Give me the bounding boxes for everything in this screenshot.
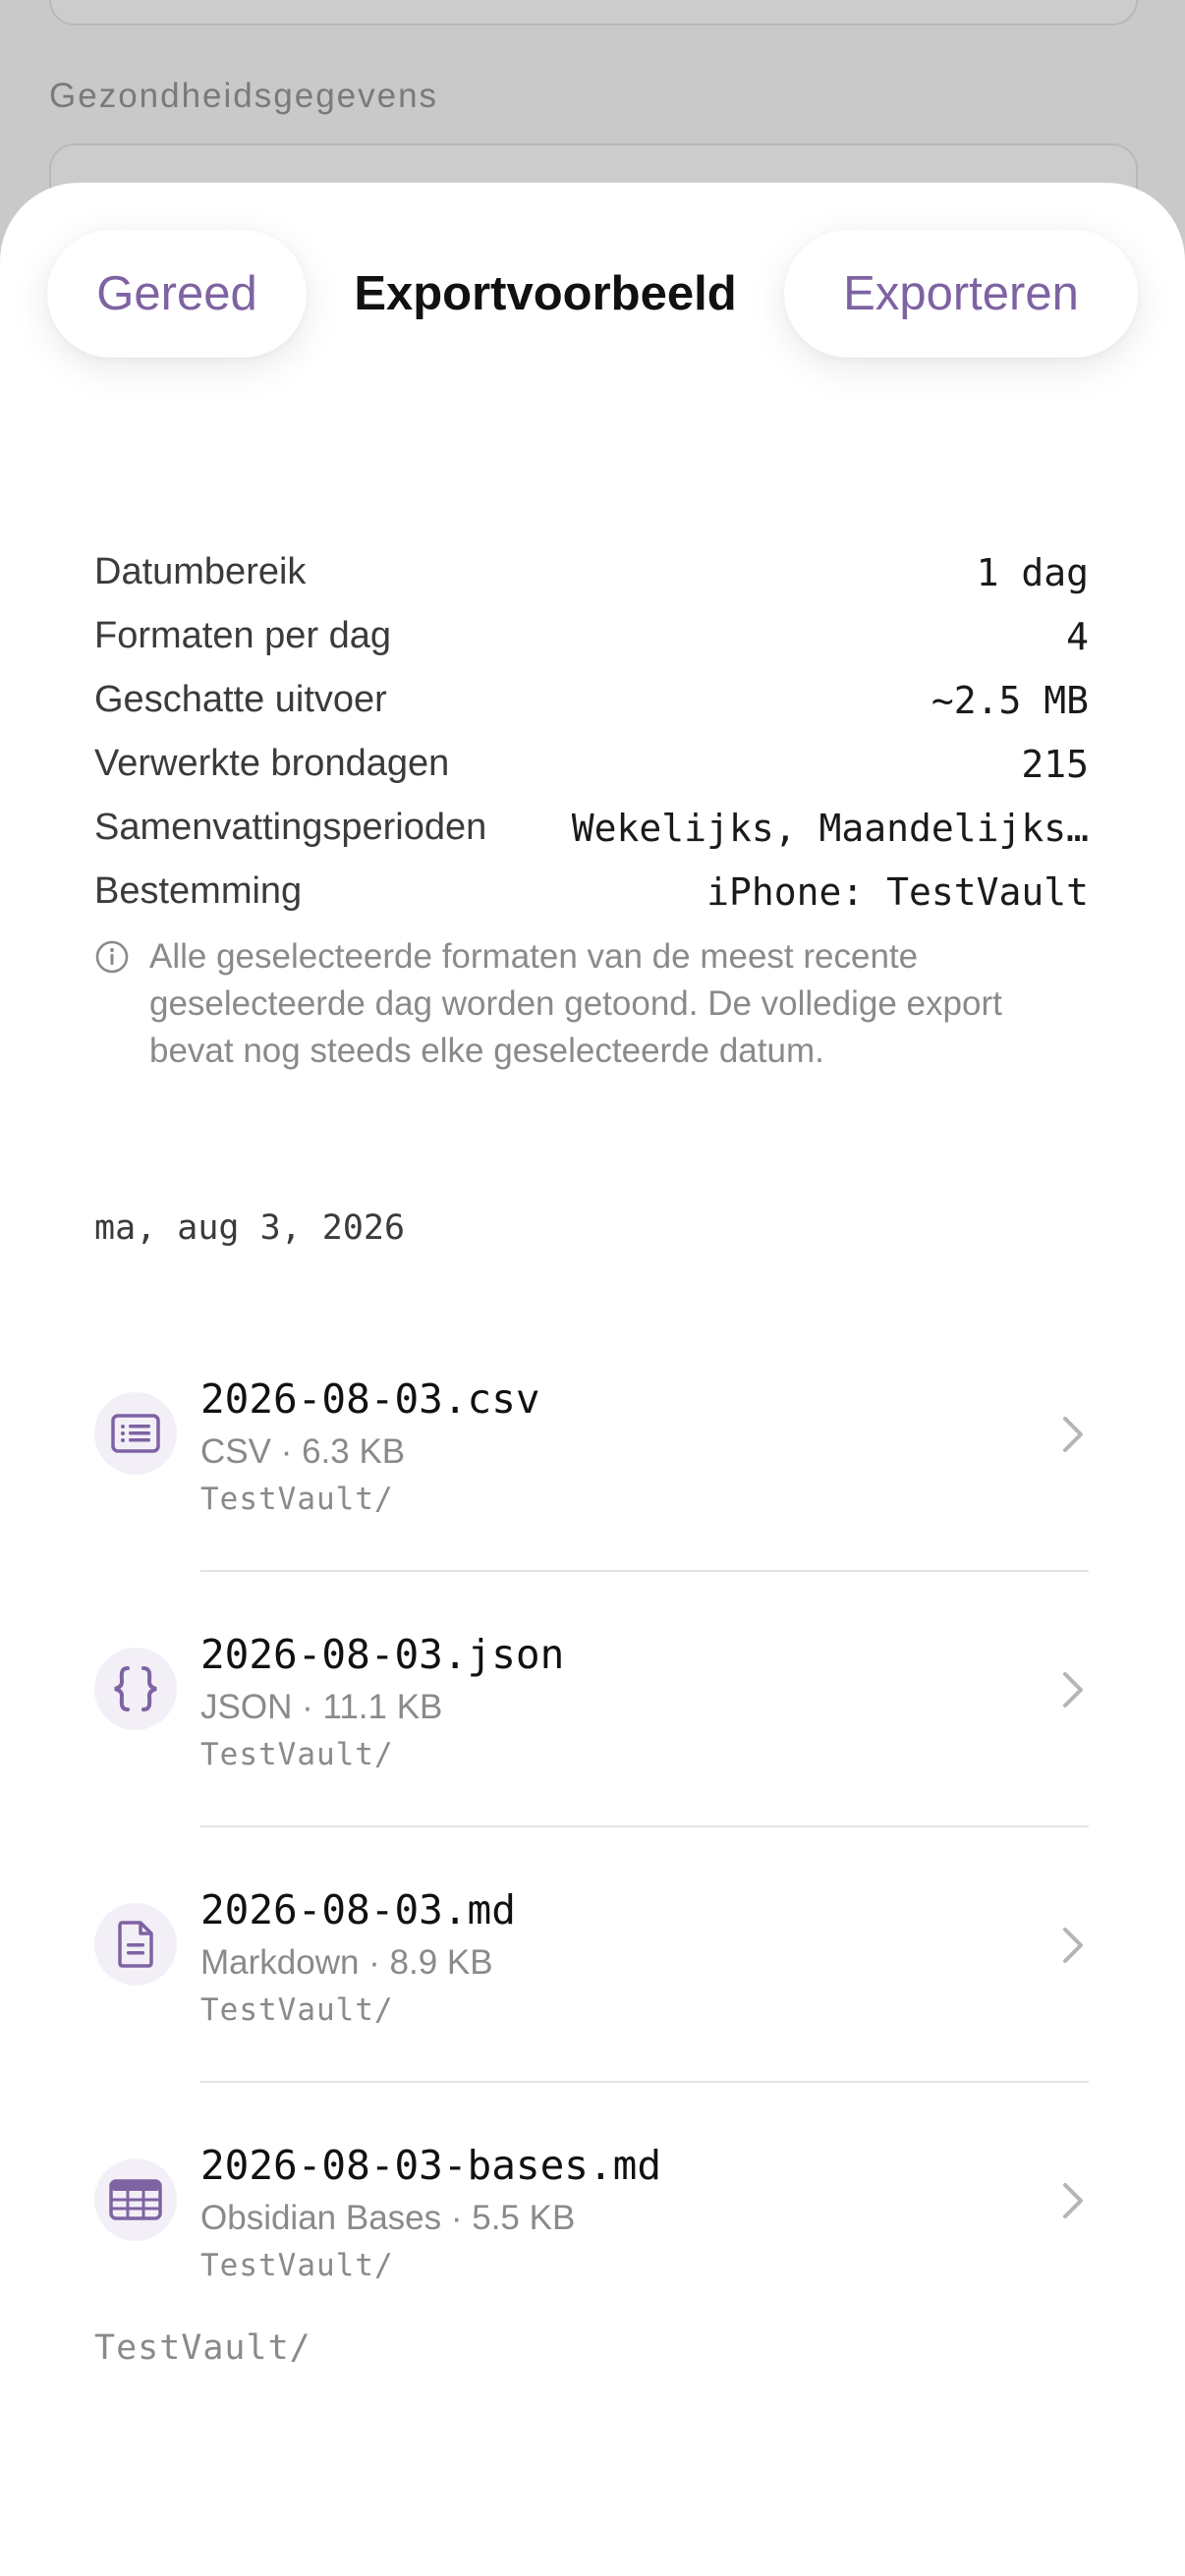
summary-value: 1 dag — [976, 550, 1089, 594]
file-path: TestVault/ — [200, 1737, 394, 1772]
summary-label: Datumbereik — [94, 551, 307, 592]
summary-label: Verwerkte brondagen — [94, 743, 450, 784]
summary-row-formats: Formaten per dag 4 — [94, 604, 1089, 668]
file-meta: Markdown · 8.9 KB — [200, 1943, 493, 1982]
file-row-json[interactable]: 2026-08-03.json JSON · 11.1 KB TestVault… — [94, 1572, 1089, 1827]
summary-label: Formaten per dag — [94, 615, 392, 656]
file-row-markdown[interactable]: 2026-08-03.md Markdown · 8.9 KB TestVaul… — [94, 1827, 1089, 2083]
chevron-right-icon — [1063, 1928, 1083, 1963]
file-list: 2026-08-03.csv CSV · 6.3 KB TestVault/ 2… — [94, 1316, 1089, 2338]
summary-row-date-range: Datumbereik 1 dag — [94, 540, 1089, 604]
summary-value: ~2.5 MB — [931, 678, 1089, 722]
summary-row-source-days: Verwerkte brondagen 215 — [94, 732, 1089, 796]
table-icon — [94, 2158, 177, 2241]
list-icon — [94, 1392, 177, 1475]
summary-value: iPhone: TestVault — [706, 869, 1089, 914]
summary-value: 215 — [1021, 742, 1089, 786]
file-meta: CSV · 6.3 KB — [200, 1432, 406, 1471]
summary-value: Wekelijks, Maandelijks… — [571, 806, 1089, 850]
done-button[interactable]: Gereed — [47, 230, 307, 358]
background-section-label: Gezondheidsgegevens — [49, 77, 439, 115]
file-name: 2026-08-03.csv — [200, 1375, 540, 1423]
export-preview-sheet: Gereed Exportvoorbeeld Exporteren Datumb… — [0, 183, 1185, 2576]
chevron-right-icon — [1063, 1672, 1083, 1708]
summary-row-periods: Samenvattingsperioden Wekelijks, Maandel… — [94, 796, 1089, 860]
date-header: ma, aug 3, 2026 — [94, 1208, 406, 1248]
file-meta: Obsidian Bases · 5.5 KB — [200, 2199, 576, 2237]
export-button[interactable]: Exporteren — [784, 230, 1138, 358]
info-icon — [95, 940, 129, 974]
sheet-title: Exportvoorbeeld — [354, 267, 737, 320]
file-name: 2026-08-03-bases.md — [200, 2142, 661, 2189]
info-text: Alle geselecteerde formaten van de meest… — [149, 937, 1002, 1070]
file-path: TestVault/ — [200, 2248, 394, 2283]
file-meta: JSON · 11.1 KB — [200, 1688, 443, 1726]
summary-row-estimated-output: Geschatte uitvoer ~2.5 MB — [94, 668, 1089, 732]
file-row-bases[interactable]: 2026-08-03-bases.md Obsidian Bases · 5.5… — [94, 2083, 1089, 2338]
document-icon — [94, 1903, 177, 1986]
summary-label: Geschatte uitvoer — [94, 679, 387, 720]
chevron-right-icon — [1063, 2183, 1083, 2218]
footer-path: TestVault/ — [94, 2328, 311, 2368]
export-summary: Datumbereik 1 dag Formaten per dag 4 Ges… — [94, 540, 1089, 924]
file-row-csv[interactable]: 2026-08-03.csv CSV · 6.3 KB TestVault/ — [94, 1316, 1089, 1572]
info-note: Alle geselecteerde formaten van de meest… — [94, 933, 1089, 1075]
summary-value: 4 — [1066, 614, 1089, 658]
summary-row-destination: Bestemming iPhone: TestVault — [94, 860, 1089, 924]
file-name: 2026-08-03.json — [200, 1631, 565, 1678]
file-path: TestVault/ — [200, 1482, 394, 1517]
background-card — [49, 0, 1138, 26]
summary-label: Bestemming — [94, 870, 303, 912]
braces-icon — [94, 1648, 177, 1730]
summary-label: Samenvattingsperioden — [94, 807, 487, 848]
chevron-right-icon — [1063, 1417, 1083, 1452]
file-path: TestVault/ — [200, 1992, 394, 2028]
file-name: 2026-08-03.md — [200, 1886, 516, 1933]
